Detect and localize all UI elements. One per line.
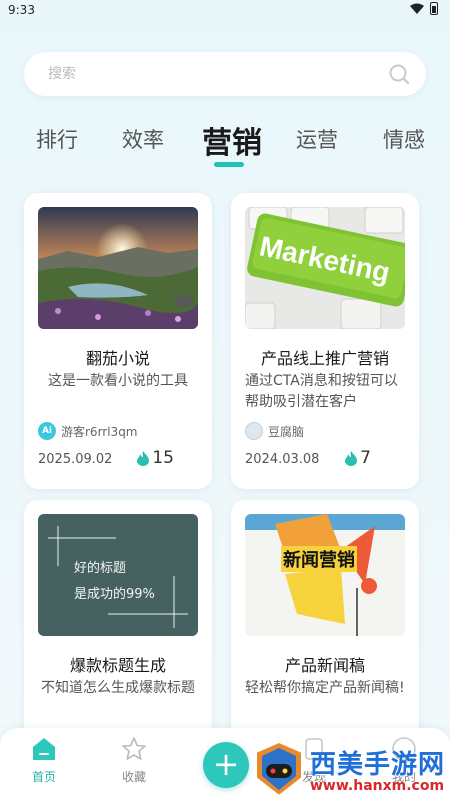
card-author: Ai 游客r6rrl3qm xyxy=(38,421,138,441)
card-description: 这是一款看小说的工具 xyxy=(48,373,188,389)
category-tabs: 排行 效率 营销 运营 情感 xyxy=(0,118,450,168)
plus-icon: + xyxy=(212,745,240,783)
battery-icon xyxy=(430,2,438,15)
home-icon xyxy=(33,738,55,760)
card-date: 2024.03.08 xyxy=(245,452,320,467)
nav-home[interactable]: 首页 xyxy=(14,736,74,785)
search-bar[interactable] xyxy=(24,52,426,96)
news-image-text: 新闻营销 xyxy=(283,549,355,571)
avatar xyxy=(245,422,263,440)
author-name: 游客r6rrl3qm xyxy=(61,424,138,439)
star-icon xyxy=(122,737,146,760)
card-title: 爆款标题生成 xyxy=(69,656,166,675)
tab-operations[interactable]: 运营 xyxy=(296,124,338,154)
tool-card[interactable]: 翻茄小说 这是一款看小说的工具 Ai 游客r6rrl3qm 2025.09.02… xyxy=(24,193,212,489)
flame-icon xyxy=(137,450,150,466)
hot-count: 7 xyxy=(345,448,371,468)
watermark: 西美手游网 www.hanxm.com xyxy=(248,740,450,800)
card-description: 通过CTA消息和按钮可以帮助吸引潜在客户 xyxy=(245,373,398,410)
avatar: Ai xyxy=(38,422,56,440)
author-name: 豆腐脑 xyxy=(268,424,305,439)
status-time: 9:33 xyxy=(8,3,35,17)
card-title: 产品新闻稿 xyxy=(284,656,365,675)
hot-count: 15 xyxy=(137,448,174,468)
search-icon[interactable] xyxy=(388,63,410,85)
search-input[interactable] xyxy=(48,52,368,96)
flame-icon xyxy=(345,450,358,466)
status-bar: 9:33 xyxy=(0,0,450,22)
card-description: 轻松帮你搞定产品新闻稿! xyxy=(245,680,405,696)
card-image xyxy=(38,207,198,329)
nav-favorites[interactable]: 收藏 xyxy=(104,736,164,785)
tool-card[interactable]: Marketing 产品线上推广营销 通过CTA消息和按钮可以帮助吸引潜在客户 … xyxy=(231,193,419,489)
hot-value: 15 xyxy=(152,448,174,468)
wifi-icon xyxy=(410,3,424,14)
watermark-title: 西美手游网 xyxy=(310,750,446,780)
card-date: 2025.09.02 xyxy=(38,452,113,467)
card-image: 新闻营销 xyxy=(245,514,405,636)
card-author: 豆腐脑 xyxy=(245,421,304,441)
nav-favorites-label: 收藏 xyxy=(121,770,146,784)
tab-active-indicator xyxy=(214,162,244,167)
hot-value: 7 xyxy=(360,448,371,468)
tab-emotion[interactable]: 情感 xyxy=(383,124,425,154)
tool-card[interactable]: 新闻营销 产品新闻稿 轻松帮你搞定产品新闻稿! xyxy=(231,500,419,740)
nav-home-label: 首页 xyxy=(31,770,56,784)
gamepad-logo-icon xyxy=(255,740,303,798)
chalkboard-text-2: 是成功的99% xyxy=(74,586,155,602)
status-icons xyxy=(410,2,438,15)
card-description: 不知道怎么生成爆款标题 xyxy=(41,680,195,696)
tab-ranking[interactable]: 排行 xyxy=(36,124,78,154)
card-title: 产品线上推广营销 xyxy=(260,349,389,368)
card-image: 好的标题 是成功的99% xyxy=(38,514,198,636)
card-image: Marketing xyxy=(245,207,405,329)
card-title: 翻茄小说 xyxy=(85,349,150,368)
tab-marketing[interactable]: 营销 xyxy=(202,118,262,162)
watermark-url: www.hanxm.com xyxy=(310,778,445,794)
chalkboard-text-1: 好的标题 xyxy=(74,560,126,576)
tab-efficiency[interactable]: 效率 xyxy=(122,124,164,154)
tool-card[interactable]: 好的标题 是成功的99% 爆款标题生成 不知道怎么生成爆款标题 xyxy=(24,500,212,740)
add-button[interactable]: + xyxy=(203,742,249,788)
